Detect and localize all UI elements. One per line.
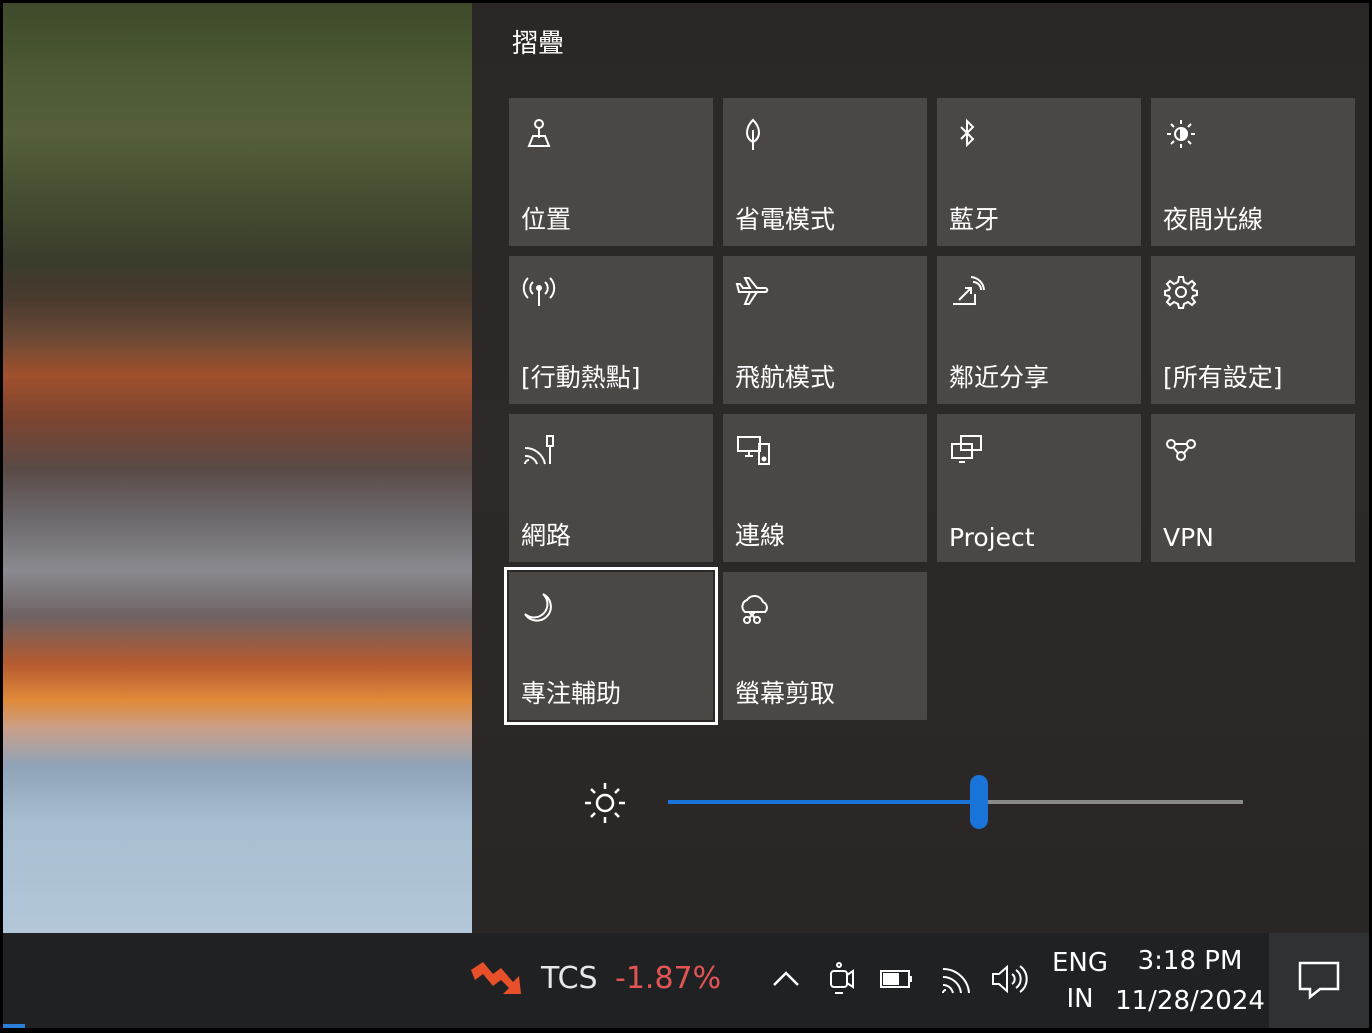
tile-label: 網路 — [521, 521, 572, 550]
tile-label: 連線 — [735, 521, 786, 550]
action-center-button[interactable] — [1269, 933, 1369, 1028]
quick-action-all-settings[interactable]: [所有設定] — [1151, 256, 1355, 404]
tile-label: 夜間光線 — [1163, 205, 1264, 234]
location-icon — [521, 116, 557, 152]
tile-label: [所有設定] — [1163, 363, 1283, 392]
quick-action-battery-saver[interactable]: 省電模式 — [723, 98, 927, 246]
quick-action-location[interactable]: 位置 — [509, 98, 713, 246]
stock-change[interactable]: -1.87% — [615, 961, 721, 996]
brightness-slider-fill — [668, 800, 979, 804]
taskbar-clock[interactable]: 3:18 PM 11/28/2024 — [1115, 941, 1265, 1021]
tile-label: 螢幕剪取 — [735, 679, 836, 708]
quick-action-mobile-hotspot[interactable]: [行動熱點] — [509, 256, 713, 404]
quick-action-screen-snip[interactable]: 螢幕剪取 — [723, 572, 927, 720]
brightness-slider-thumb[interactable] — [970, 775, 988, 829]
night-light-icon — [1163, 116, 1199, 152]
quick-action-nearby-share[interactable]: 鄰近分享 — [937, 256, 1141, 404]
tile-label: Project — [949, 523, 1035, 552]
airplane-icon — [735, 274, 771, 310]
quick-action-focus-assist[interactable]: 專注輔助 — [504, 567, 718, 725]
screen-snip-icon — [735, 590, 771, 626]
tile-label: 省電模式 — [735, 205, 836, 234]
tile-label: 專注輔助 — [521, 679, 622, 708]
project-icon — [949, 432, 985, 468]
network-icon — [521, 432, 557, 468]
battery-saver-icon — [735, 116, 771, 152]
wifi-icon[interactable] — [937, 961, 977, 997]
meet-now-icon[interactable] — [821, 961, 861, 997]
quick-action-connect[interactable]: 連線 — [723, 414, 927, 562]
quick-action-vpn[interactable]: VPN — [1151, 414, 1355, 562]
focus-assist-moon-icon — [521, 590, 557, 626]
taskbar: TCS -1.87% ENG IN 3:18 PM 11/28/2024 — [3, 933, 1369, 1028]
clock-time: 3:18 PM — [1137, 946, 1243, 976]
tile-label: 藍牙 — [949, 205, 1000, 234]
stock-ticker[interactable]: TCS — [541, 961, 598, 996]
input-language-indicator[interactable]: ENG IN — [1049, 945, 1111, 1017]
quick-action-bluetooth[interactable]: 藍牙 — [937, 98, 1141, 246]
brightness-slider[interactable] — [668, 775, 1243, 829]
brightness-sun-icon — [582, 780, 628, 826]
bluetooth-icon — [949, 116, 985, 152]
tile-label: VPN — [1163, 523, 1214, 552]
tile-label: [行動熱點] — [521, 363, 641, 392]
desktop-wallpaper — [3, 3, 472, 933]
action-center-icon — [1298, 961, 1340, 1000]
language-code: ENG — [1051, 948, 1109, 978]
battery-icon[interactable] — [877, 961, 917, 997]
quick-action-airplane-mode[interactable]: 飛航模式 — [723, 256, 927, 404]
connect-icon — [735, 432, 771, 468]
quick-action-project[interactable]: Project — [937, 414, 1141, 562]
action-center-panel: 摺疊 位置 省電模式 藍牙 夜間光線 [行動熱點] 飛航模式 鄰近分享 [所有設… — [472, 3, 1369, 933]
nearby-share-icon — [949, 274, 985, 310]
settings-gear-icon — [1163, 274, 1199, 310]
taskbar-accent-strip — [3, 1024, 25, 1028]
stock-down-icon[interactable] — [469, 958, 525, 998]
tile-label: 鄰近分享 — [949, 363, 1050, 392]
clock-date: 11/28/2024 — [1115, 986, 1265, 1016]
tile-label: 位置 — [521, 205, 572, 234]
chevron-up-icon[interactable] — [766, 961, 806, 997]
collapse-link[interactable]: 摺疊 — [512, 23, 564, 60]
quick-action-night-light[interactable]: 夜間光線 — [1151, 98, 1355, 246]
language-region: IN — [1066, 984, 1094, 1014]
vpn-icon — [1163, 432, 1199, 468]
tile-label: 飛航模式 — [735, 363, 836, 392]
quick-action-network[interactable]: 網路 — [509, 414, 713, 562]
mobile-hotspot-icon — [521, 274, 557, 310]
volume-icon[interactable] — [989, 961, 1029, 997]
